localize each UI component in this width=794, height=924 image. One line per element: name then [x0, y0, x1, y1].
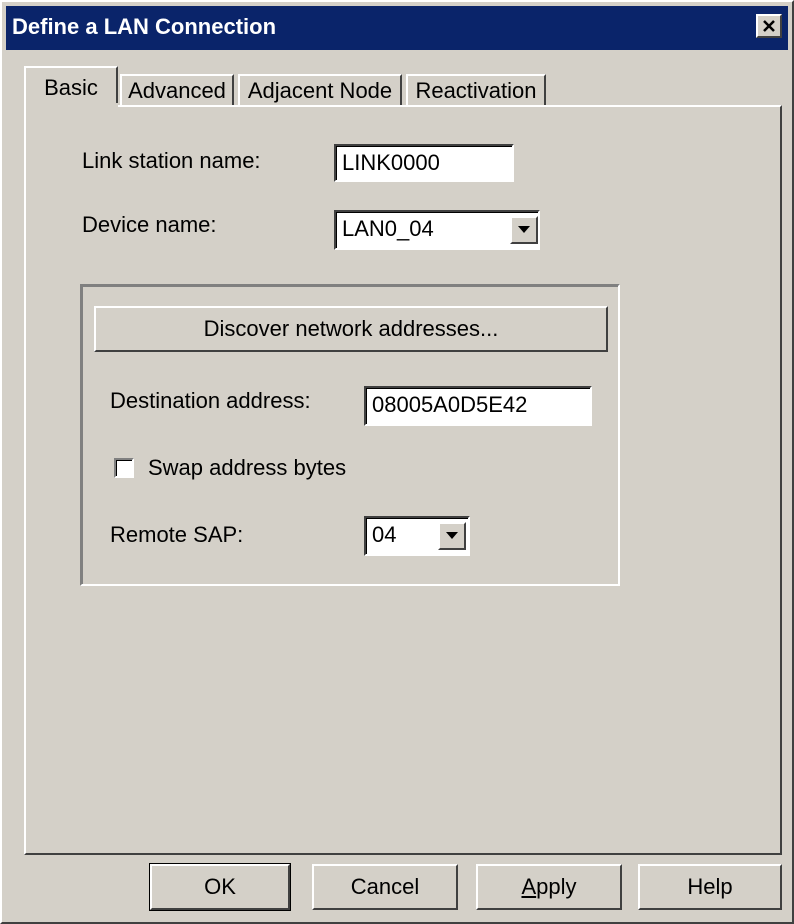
chevron-down-icon: [446, 532, 458, 539]
remote-sap-value: 04: [372, 522, 397, 547]
swap-address-bytes-label[interactable]: Swap address bytes: [148, 455, 346, 481]
link-station-label: Link station name:: [82, 148, 261, 173]
cancel-button-label: Cancel: [350, 874, 420, 899]
device-name-label: Device name:: [82, 212, 217, 237]
close-button[interactable]: [756, 14, 782, 38]
link-station-input[interactable]: LINK0000: [334, 144, 514, 182]
device-name-value: LAN0_04: [342, 216, 434, 241]
tab-advanced[interactable]: Advanced: [120, 74, 234, 108]
tab-adjacent-node[interactable]: Adjacent Node: [238, 74, 402, 108]
close-icon: [763, 20, 775, 32]
tab-reactivation[interactable]: Reactivation: [406, 74, 546, 108]
destination-address-input[interactable]: 08005A0D5E42: [364, 386, 592, 426]
destination-address-label: Destination address:: [110, 388, 311, 413]
chevron-down-icon: [518, 226, 530, 233]
discover-button-label: Discover network addresses...: [203, 316, 499, 341]
swap-address-bytes-checkbox[interactable]: [114, 458, 134, 478]
apply-mnemonic: A: [521, 874, 537, 899]
tab-reactivation-label: Reactivation: [415, 78, 537, 103]
help-button-label: Help: [687, 874, 733, 899]
tab-basic-label: Basic: [44, 75, 98, 100]
dialog-window: Define a LAN Connection Basic Advanced A…: [0, 0, 794, 924]
tab-basic[interactable]: Basic: [24, 66, 118, 108]
apply-button[interactable]: Apply: [476, 864, 622, 910]
tab-adjacent-node-label: Adjacent Node: [247, 78, 393, 103]
discover-network-addresses-button[interactable]: Discover network addresses...: [94, 306, 608, 352]
cancel-button[interactable]: Cancel: [312, 864, 458, 910]
active-tab-joiner: [26, 103, 118, 109]
remote-sap-dropdown-button[interactable]: [438, 522, 466, 550]
ok-button[interactable]: OK: [149, 863, 291, 911]
help-button[interactable]: Help: [638, 864, 782, 910]
title-bar[interactable]: Define a LAN Connection: [6, 6, 788, 50]
window-title: Define a LAN Connection: [12, 14, 277, 39]
device-name-dropdown-button[interactable]: [510, 216, 538, 244]
tab-advanced-label: Advanced: [128, 78, 226, 103]
apply-button-label: pply: [536, 874, 577, 899]
remote-sap-label: Remote SAP:: [110, 522, 244, 547]
ok-button-label: OK: [204, 874, 236, 899]
